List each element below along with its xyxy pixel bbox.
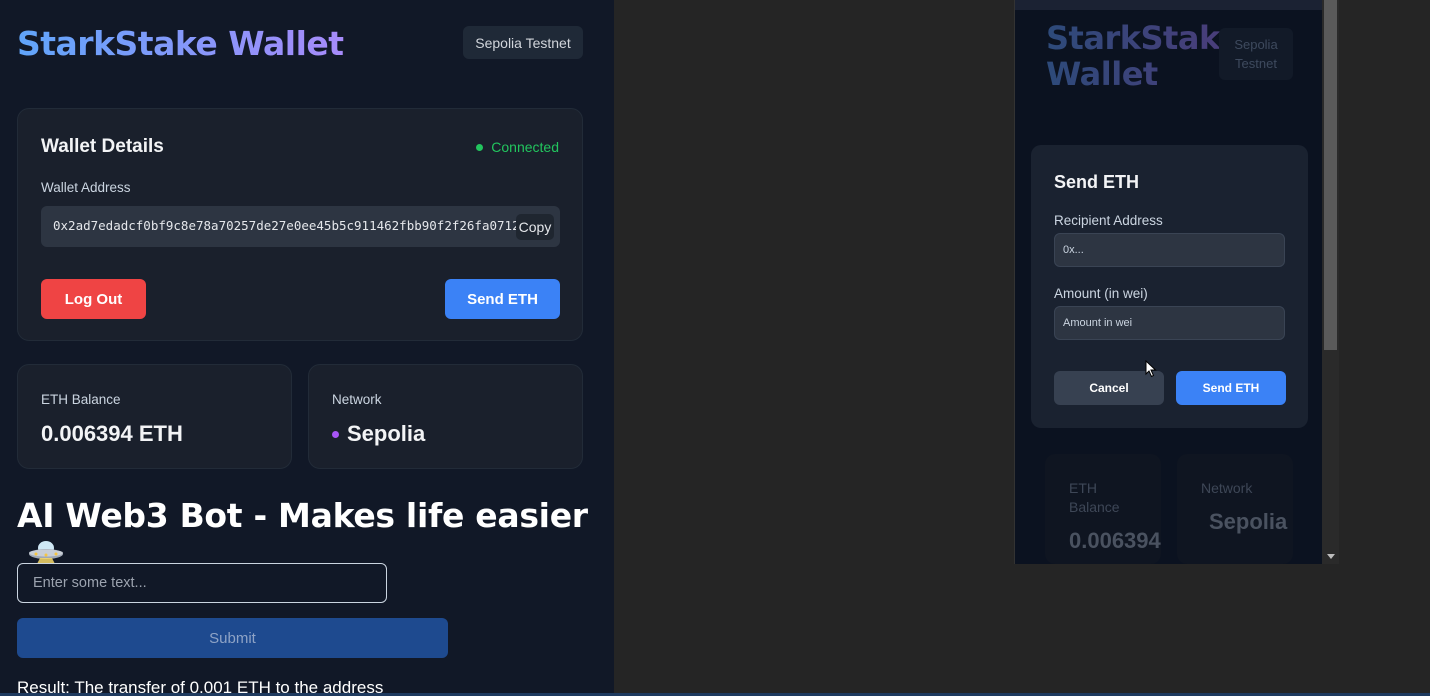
- popup-network-value: Sepolia: [1209, 509, 1288, 534]
- scrollbar-thumb[interactable]: [1324, 0, 1337, 350]
- popup-network-label: Network: [1201, 480, 1253, 496]
- eth-balance-card: ETH Balance 0.006394 ETH: [17, 364, 292, 469]
- wallet-address-box: 0x2ad7edadcf0bf9c8e78a70257de27e0ee45b5c…: [41, 206, 560, 247]
- popup-app-title: StarkStake Wallet: [1046, 20, 1226, 92]
- popup-network-card: Network Sepolia: [1177, 454, 1293, 564]
- network-badge: Sepolia Testnet: [463, 26, 583, 59]
- modal-title: Send ETH: [1054, 172, 1140, 192]
- popup-title-line2: Wallet: [1046, 55, 1158, 93]
- popup-balance-value: 0.006394: [1069, 528, 1161, 553]
- amount-input[interactable]: [1054, 306, 1285, 340]
- eth-balance-label: ETH Balance: [41, 392, 121, 407]
- network-card: Network Sepolia: [308, 364, 583, 469]
- network-dot-icon: [332, 430, 339, 438]
- copy-address-button[interactable]: Copy: [516, 214, 554, 240]
- popup-badge-line2: Testnet: [1235, 56, 1277, 71]
- submit-button[interactable]: Submit: [17, 618, 448, 658]
- amount-label: Amount (in wei): [1054, 286, 1148, 301]
- send-eth-button[interactable]: Send ETH: [445, 279, 560, 319]
- wallet-address-value: 0x2ad7edadcf0bf9c8e78a70257de27e0ee45b5c…: [53, 218, 520, 233]
- recipient-address-input[interactable]: [1054, 233, 1285, 267]
- app-title: StarkStake Wallet: [17, 24, 344, 63]
- recipient-address-label: Recipient Address: [1054, 213, 1163, 228]
- eth-balance-value: 0.006394 ETH: [41, 421, 183, 446]
- send-eth-modal: Send ETH Recipient Address Amount (in we…: [1031, 145, 1308, 428]
- popup-title-line1: StarkStake: [1046, 19, 1241, 57]
- popup-balance-label-line1: ETH: [1069, 480, 1097, 496]
- popup-balance-label-line2: Balance: [1069, 499, 1120, 515]
- scroll-down-arrow-icon[interactable]: [1327, 554, 1335, 559]
- cursor-icon: [1145, 359, 1157, 383]
- popup-scrollbar[interactable]: [1322, 0, 1339, 564]
- ai-bot-title-text: AI Web3 Bot - Makes life easier: [17, 496, 588, 535]
- bot-text-input[interactable]: [17, 563, 387, 603]
- wallet-details-title: Wallet Details: [41, 136, 164, 157]
- network-value: Sepolia: [347, 421, 426, 446]
- connection-status-label: Connected: [491, 139, 559, 155]
- logout-button[interactable]: Log Out: [41, 279, 146, 319]
- main-app: StarkStake Wallet Sepolia Testnet Wallet…: [0, 0, 614, 696]
- connection-status: Connected: [476, 139, 559, 155]
- network-value-row: Sepolia: [332, 421, 425, 447]
- wallet-details-card: Wallet Details Connected Wallet Address …: [17, 108, 583, 341]
- popup-badge-line1: Sepolia: [1234, 37, 1278, 52]
- wallet-address-label: Wallet Address: [41, 180, 131, 195]
- popup-window: StarkStake Wallet Sepolia Testnet ETH Ba…: [1014, 0, 1339, 564]
- popup-network-badge: Sepolia Testnet: [1219, 28, 1293, 80]
- status-dot-icon: [476, 143, 484, 151]
- modal-send-eth-button[interactable]: Send ETH: [1176, 371, 1286, 405]
- popup-top-bar: [1015, 0, 1325, 10]
- popup-balance-card: ETH Balance 0.006394: [1045, 454, 1161, 564]
- network-label: Network: [332, 392, 382, 407]
